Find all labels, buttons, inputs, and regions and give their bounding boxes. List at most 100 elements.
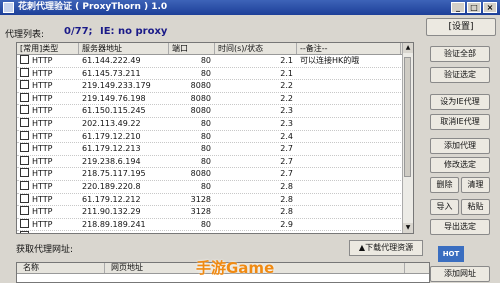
- cell-type: HTTP: [17, 67, 79, 80]
- table-row[interactable]: HTTP 202.113.49.22 80 2.3: [17, 117, 413, 131]
- row-checkbox[interactable]: [20, 67, 29, 77]
- cell-server-text: 218.89.189.241: [82, 219, 146, 229]
- column-header-note[interactable]: --备注--: [297, 43, 401, 54]
- scroll-down-icon[interactable]: ▼: [403, 223, 413, 233]
- column-header-server[interactable]: 服务器地址: [79, 43, 169, 54]
- table-row[interactable]: HTTP 61.145.73.211 80 2.1: [17, 67, 413, 81]
- cell-server: 202.113.49.22: [79, 118, 169, 130]
- row-checkbox[interactable]: [20, 206, 29, 216]
- table-row[interactable]: HTTP 61.144.222.49 80 2.1 可以连接HK的哦: [17, 55, 413, 68]
- ie-proxy-status: IE: no proxy: [100, 26, 168, 37]
- verify-selected-button[interactable]: 验证选定: [430, 67, 490, 83]
- minimize-icon[interactable]: _: [451, 2, 465, 13]
- row-checkbox[interactable]: [20, 143, 29, 153]
- row-checkbox[interactable]: [20, 231, 29, 233]
- edit-selected-button[interactable]: 修改选定: [430, 157, 490, 173]
- row-checkbox[interactable]: [20, 55, 29, 64]
- table-row[interactable]: HTTP 61.179.12.212 3128 2.8: [17, 193, 413, 207]
- cell-type: HTTP: [17, 105, 79, 117]
- import-button[interactable]: 导入: [430, 199, 459, 215]
- table-row[interactable]: HTTP 218.75.117.195 8080 2.7: [17, 168, 413, 181]
- cell-type-text: HTTP: [32, 118, 53, 128]
- cell-server: 61.179.12.212: [79, 194, 169, 206]
- window-title: 花刺代理验证 ( ProxyThorn ) 1.0: [18, 2, 168, 12]
- cell-server-text: 61.179.12.210: [82, 131, 141, 141]
- row-checkbox[interactable]: [20, 117, 29, 127]
- row-checkbox[interactable]: [20, 180, 29, 190]
- cancel-ie-proxy-button[interactable]: 取消IE代理: [430, 114, 490, 130]
- export-selected-button[interactable]: 导出选定: [430, 219, 490, 235]
- row-checkbox[interactable]: [20, 193, 29, 203]
- table-header: [常用]类型 服务器地址 端口 时间(s)/状态 --备注--: [17, 43, 413, 55]
- cell-port-text: 80: [200, 118, 211, 128]
- cell-time-text: 2.4: [280, 131, 293, 141]
- verify-all-button[interactable]: 验证全部: [430, 46, 490, 62]
- get-proxy-url-label: 获取代理网址:: [16, 245, 74, 255]
- cell-note: [297, 156, 401, 168]
- cell-port: 3128: [169, 206, 215, 218]
- cell-server: 219.149.76.198: [79, 93, 169, 105]
- cell-port-text: 80: [200, 131, 211, 141]
- add-proxy-button[interactable]: 添加代理: [430, 138, 490, 154]
- download-proxy-button[interactable]: ▲下载代理资源: [349, 240, 423, 256]
- cell-port: 8080: [169, 80, 215, 92]
- table-row[interactable]: HTTP 220.189.220.8 80 2.8: [17, 180, 413, 194]
- cell-time-text: 2.9: [280, 219, 293, 229]
- table-row[interactable]: HTTP 61.179.12.210 80 2.4: [17, 130, 413, 144]
- settings-button[interactable]: [设置]: [426, 18, 496, 36]
- cell-server-text: 218.75.117.195: [82, 169, 146, 179]
- cell-server-text: 220.189.220.8: [82, 181, 141, 191]
- scroll-up-icon[interactable]: ▲: [403, 43, 413, 53]
- cell-port: 80: [169, 143, 215, 155]
- row-checkbox[interactable]: [20, 130, 29, 140]
- table-row[interactable]: HTTP 219.149.76.198 8080 2.2: [17, 92, 413, 106]
- clear-button[interactable]: 清理: [461, 177, 490, 193]
- cell-time: 2.7: [215, 143, 297, 155]
- cell-type-text: HTTP: [32, 169, 53, 179]
- add-site-button[interactable]: 添加网址: [430, 266, 490, 282]
- table-row[interactable]: HTTP 61.179.12.213 80 2.7: [17, 143, 413, 156]
- cell-port: 3128: [169, 194, 215, 206]
- row-checkbox[interactable]: [20, 168, 29, 178]
- row-checkbox[interactable]: [20, 155, 29, 165]
- table-row[interactable]: HTTP 218.89.189.241 80 2.9: [17, 218, 413, 232]
- cell-type: HTTP: [17, 155, 79, 168]
- cell-port-text: 80: [201, 232, 211, 233]
- table-row[interactable]: HTTP 61.150.115.245 8080 2.3: [17, 105, 413, 118]
- cell-type: HTTP: [17, 168, 79, 180]
- delete-button[interactable]: 删除: [430, 177, 459, 193]
- cell-type: HTTP: [17, 55, 79, 67]
- table-row[interactable]: HTTP 219.238.6.194 80 2.7: [17, 155, 413, 169]
- maximize-icon[interactable]: □: [467, 2, 481, 13]
- cell-server: 61.150.115.245: [79, 105, 169, 117]
- table-row[interactable]: HTTP 219.131.235.17 80 2.9: [17, 231, 413, 233]
- paste-button[interactable]: 粘贴: [461, 199, 490, 215]
- proxy-table[interactable]: [常用]类型 服务器地址 端口 时间(s)/状态 --备注-- HTTP 61.1…: [16, 42, 414, 234]
- column-header-type[interactable]: [常用]类型: [17, 43, 79, 54]
- column-header-time[interactable]: 时间(s)/状态: [215, 43, 297, 54]
- cell-type-text: HTTP: [32, 106, 53, 116]
- cell-note: [297, 168, 401, 180]
- table-row[interactable]: HTTP 211.90.132.29 3128 2.8: [17, 206, 413, 219]
- row-checkbox[interactable]: [20, 92, 29, 102]
- cell-type: HTTP: [17, 92, 79, 105]
- cell-server: 61.179.12.213: [79, 143, 169, 155]
- cell-type-text: HTTP: [32, 81, 53, 91]
- row-checkbox[interactable]: [20, 218, 29, 228]
- vertical-scrollbar[interactable]: ▲ ▼: [402, 43, 413, 233]
- cell-port-text: 80: [200, 68, 211, 78]
- set-ie-proxy-button[interactable]: 设为IE代理: [430, 94, 490, 110]
- column-header-name[interactable]: 名称: [17, 263, 105, 273]
- cell-note: [297, 194, 401, 206]
- close-icon[interactable]: ×: [483, 2, 497, 13]
- row-checkbox[interactable]: [20, 80, 29, 90]
- cell-time-text: 2.2: [280, 81, 293, 91]
- cell-note: [297, 206, 401, 218]
- cell-time: 2.8: [215, 194, 297, 206]
- cell-type: HTTP: [17, 231, 79, 233]
- scroll-thumb[interactable]: [404, 57, 411, 177]
- row-checkbox[interactable]: [20, 105, 29, 115]
- cell-time-text: 2.8: [280, 207, 293, 217]
- column-header-port[interactable]: 端口: [169, 43, 215, 54]
- table-row[interactable]: HTTP 219.149.233.179 8080 2.2: [17, 80, 413, 93]
